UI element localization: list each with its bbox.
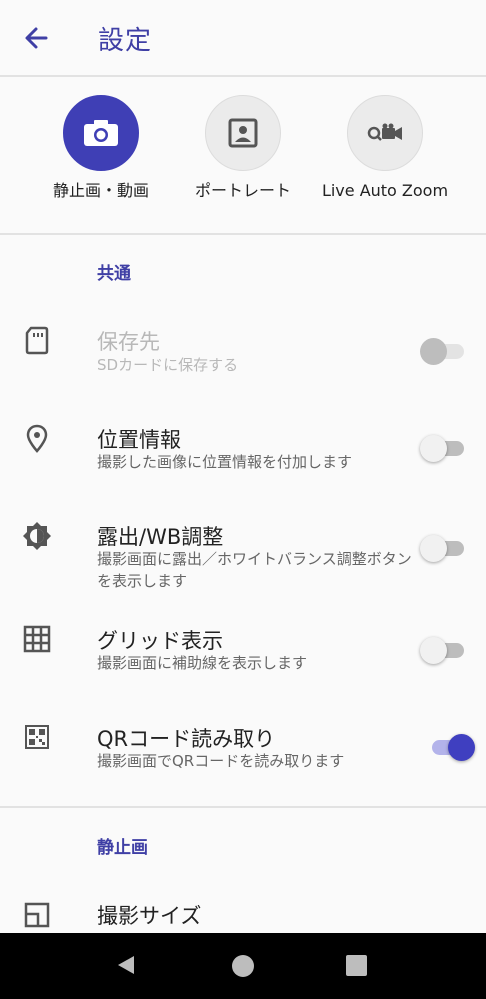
divider: [0, 806, 486, 808]
recents-icon[interactable]: [346, 955, 367, 976]
setting-photo-size[interactable]: 撮影サイズ: [0, 896, 486, 933]
home-icon[interactable]: [232, 955, 254, 977]
setting-subtitle: 撮影した画像に位置情報を付加します: [97, 453, 353, 471]
sd-card-icon: [22, 325, 52, 355]
grid-icon: [22, 624, 52, 654]
storage-toggle[interactable]: [420, 336, 468, 366]
setting-storage[interactable]: 保存先 SDカードに保存する: [0, 320, 486, 390]
mode-label: 静止画・動画: [52, 181, 149, 200]
setting-title: 保存先: [97, 330, 160, 354]
camera-icon: [63, 95, 139, 171]
setting-subtitle: 撮影画面に補助線を表示します: [97, 654, 308, 672]
setting-grid[interactable]: グリッド表示 撮影画面に補助線を表示します: [0, 620, 486, 690]
section-header-common: 共通: [97, 264, 131, 284]
setting-title: QRコード読み取り: [97, 727, 276, 751]
page-title: 設定: [98, 26, 153, 56]
setting-subtitle: 撮影画面でQRコードを読み取ります: [97, 752, 345, 770]
back-arrow-icon[interactable]: [20, 22, 56, 54]
photo-size-icon: [22, 900, 52, 930]
app-bar: 設定: [0, 0, 486, 75]
setting-title: グリッド表示: [97, 629, 223, 653]
mode-live-auto-zoom[interactable]: Live Auto Zoom: [315, 95, 455, 201]
brightness-icon: [22, 521, 52, 551]
location-toggle[interactable]: [420, 433, 468, 463]
exposure-wb-toggle[interactable]: [420, 533, 468, 563]
setting-title: 位置情報: [97, 428, 181, 452]
location-pin-icon: [22, 423, 52, 453]
setting-exposure-wb[interactable]: 露出/WB調整 撮影画面に露出／ホワイトバランス調整ボタンを表示します: [0, 515, 486, 595]
portrait-icon: [205, 95, 281, 171]
qr-code-toggle[interactable]: [420, 732, 475, 762]
setting-title: 撮影サイズ: [97, 904, 202, 928]
mode-portrait[interactable]: ポートレート: [173, 95, 313, 201]
setting-subtitle: SDカードに保存する: [97, 356, 239, 374]
system-nav-bar: [0, 933, 486, 999]
setting-subtitle: 撮影画面に露出／ホワイトバランス調整ボタンを表示します: [97, 550, 412, 590]
mode-label: ポートレート: [194, 181, 291, 200]
auto-zoom-icon: [347, 95, 423, 171]
back-icon[interactable]: [114, 953, 138, 977]
qr-code-icon: [22, 722, 52, 752]
divider: [0, 233, 486, 235]
section-header-still: 静止画: [97, 838, 148, 858]
mode-photo-video[interactable]: 静止画・動画: [31, 95, 171, 201]
setting-location[interactable]: 位置情報 撮影した画像に位置情報を付加します: [0, 418, 486, 488]
mode-label: Live Auto Zoom: [321, 181, 449, 200]
setting-title: 露出/WB調整: [97, 525, 224, 549]
grid-toggle[interactable]: [420, 635, 468, 665]
setting-qr-code[interactable]: QRコード読み取り 撮影画面でQRコードを読み取ります: [0, 718, 486, 788]
divider: [0, 75, 486, 77]
